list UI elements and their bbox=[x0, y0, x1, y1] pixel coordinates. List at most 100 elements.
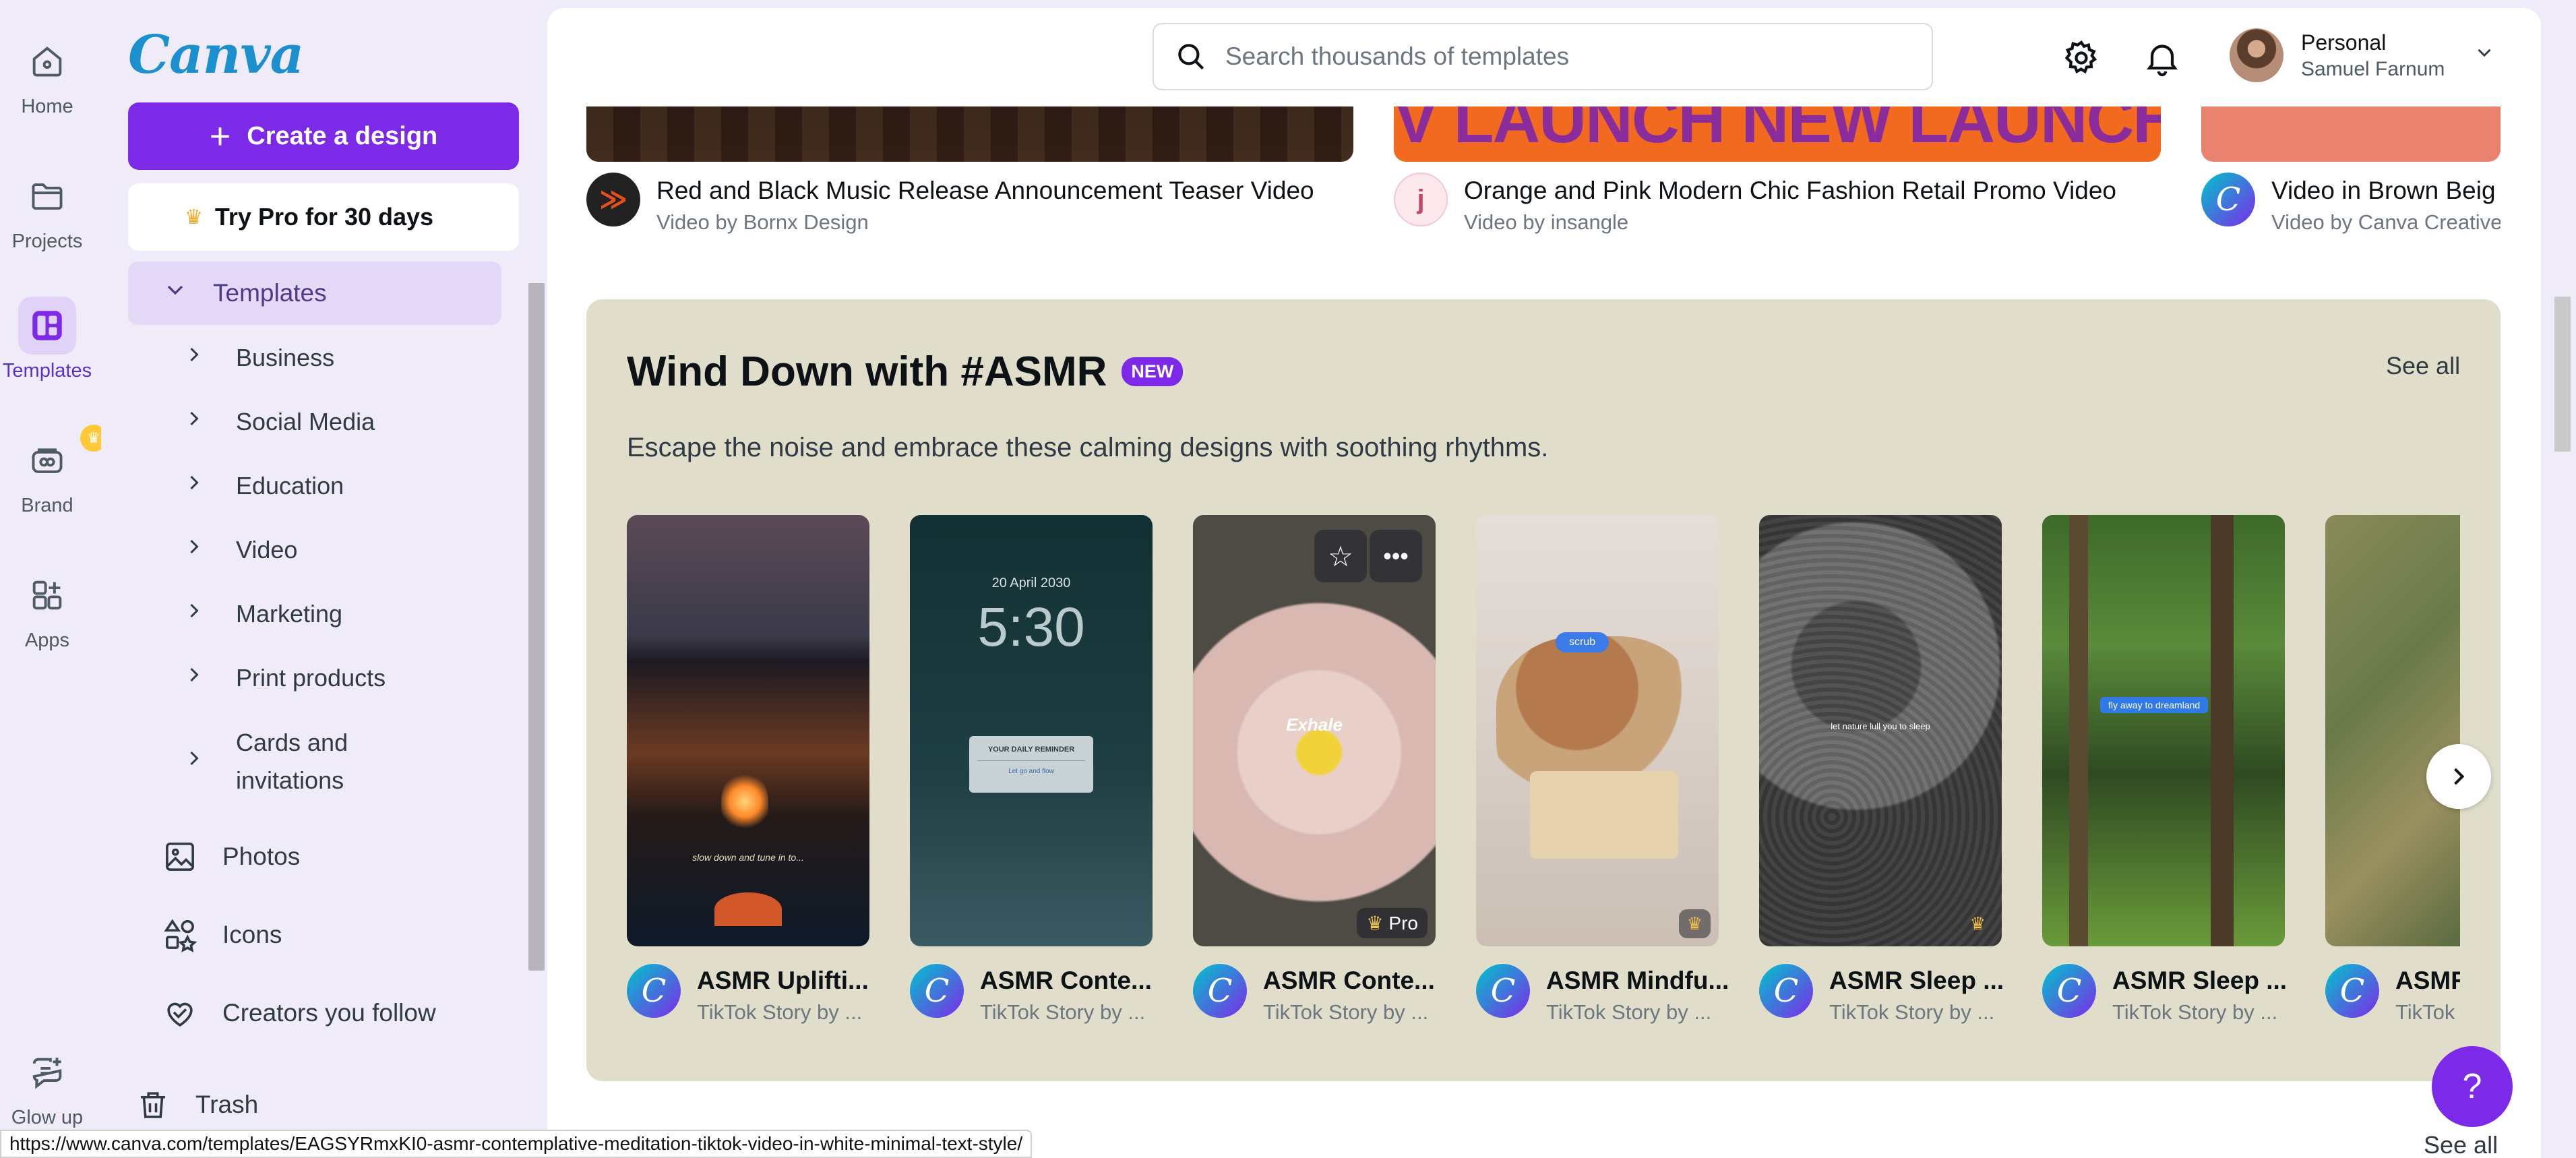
nav-sub-social-media[interactable]: Social Media bbox=[182, 406, 505, 437]
chevron-right-icon bbox=[2454, 768, 2465, 785]
crown-icon: ♛ bbox=[1678, 909, 1711, 938]
rail-item-glow-up[interactable]: Glow up bbox=[0, 1043, 94, 1129]
template-meta[interactable]: C ASMR Mindfu... TikTok Story by ... bbox=[1476, 964, 1746, 1025]
template-tile[interactable]: ☆ ••• Exhale ♛ Pro bbox=[1193, 515, 1436, 946]
new-badge: NEW bbox=[1122, 357, 1184, 386]
template-title: ASMR Mindfu... bbox=[1546, 967, 1729, 994]
nav-photos[interactable]: Photos bbox=[162, 839, 300, 875]
canva-creator-avatar: C bbox=[1193, 964, 1247, 1018]
template-tile[interactable]: let nature lull you to sleep ♛ bbox=[1759, 515, 2002, 946]
create-design-button[interactable]: + Create a design bbox=[128, 102, 519, 170]
rail-label-brand: Brand bbox=[21, 495, 73, 516]
nav-trash[interactable]: Trash bbox=[135, 1087, 258, 1123]
rail-item-projects[interactable]: Projects bbox=[0, 167, 94, 253]
template-meta[interactable]: C ASMR Conte... TikTok Story by ... bbox=[910, 964, 1179, 1025]
video-creator: Video by insangle bbox=[1464, 210, 1629, 234]
rail-item-home[interactable]: Home bbox=[0, 32, 94, 118]
video-meta-brown-beige[interactable]: C Video in Brown Beig Video by Canva Cre… bbox=[2201, 173, 2501, 235]
template-tile[interactable]: scrub ♛ bbox=[1476, 515, 1719, 946]
rail-item-brand[interactable]: ♛ Brand bbox=[0, 425, 107, 517]
tile-time: 5:30 bbox=[977, 597, 1085, 658]
account-menu[interactable]: Personal Samuel Farnum bbox=[2230, 28, 2496, 82]
main-scrollbar[interactable] bbox=[2554, 297, 2571, 452]
canva-creator-avatar: C bbox=[910, 964, 964, 1018]
nav-creators-label: Creators you follow bbox=[222, 999, 436, 1027]
more-options-icon[interactable]: ••• bbox=[1370, 530, 1422, 582]
template-meta[interactable]: C ASMR Sleep ... TikTok Story by ... bbox=[2042, 964, 2312, 1025]
account-name: Samuel Farnum bbox=[2301, 57, 2445, 80]
template-meta[interactable]: C ASMR Conte... TikTok Story by ... bbox=[1193, 964, 1463, 1025]
nav-icons[interactable]: Icons bbox=[162, 917, 282, 953]
bell-icon[interactable] bbox=[2142, 38, 2182, 78]
carousel-next-button[interactable] bbox=[2426, 744, 2491, 809]
template-subtitle: TikTok Story by ... bbox=[980, 1000, 1146, 1024]
template-title: ASMR Uplifti... bbox=[697, 967, 869, 994]
tile-reminder-sub: Let go and flow bbox=[1008, 768, 1054, 775]
nav-sub-education[interactable]: Education bbox=[182, 470, 505, 501]
nav-sub-marketing[interactable]: Marketing bbox=[182, 599, 505, 630]
tile-overlay-text: scrub bbox=[1556, 632, 1609, 652]
canva-logo[interactable]: Canva bbox=[128, 24, 304, 86]
template-meta[interactable]: C ASMR TikTok bbox=[2325, 964, 2460, 1025]
template-tile[interactable]: slow down and tune in to... bbox=[627, 515, 869, 946]
rail-item-apps[interactable]: Apps bbox=[0, 566, 94, 652]
section-title: Wind Down with #ASMR NEW bbox=[627, 348, 1184, 396]
chevron-right-icon bbox=[182, 746, 209, 777]
canva-creator-avatar: C bbox=[1476, 964, 1530, 1018]
nav-photos-label: Photos bbox=[222, 843, 301, 870]
rail-label-projects: Projects bbox=[11, 231, 83, 252]
panel-scrollbar[interactable] bbox=[528, 283, 545, 971]
template-tile[interactable]: fly away to dreamland bbox=[2042, 515, 2285, 946]
template-tile[interactable]: 20 April 2030 5:30 YOUR DAILY REMINDER L… bbox=[910, 515, 1153, 946]
search-placeholder: Search thousands of templates bbox=[1225, 42, 1570, 70]
search-input[interactable]: Search thousands of templates bbox=[1153, 23, 1933, 90]
nav-sub-business[interactable]: Business bbox=[182, 342, 505, 373]
nav-trash-label: Trash bbox=[195, 1091, 259, 1118]
main-content: V LAUNCH NEW LAUNCH NEW LAUNC ≫ Red and … bbox=[547, 8, 2541, 1158]
crown-icon: ♛ bbox=[1366, 913, 1384, 934]
apps-icon bbox=[18, 566, 76, 624]
template-title: ASMR Sleep ... bbox=[1829, 967, 2004, 994]
nav-sub-label: Video bbox=[236, 536, 298, 563]
nav-creators-follow[interactable]: Creators you follow bbox=[162, 995, 436, 1031]
video-title: Video in Brown Beig bbox=[2271, 177, 2496, 204]
template-subtitle: TikTok Story by ... bbox=[1263, 1000, 1429, 1024]
chevron-right-icon bbox=[182, 342, 209, 373]
side-panel: Canva + Create a design ♛ Try Pro for 30… bbox=[101, 0, 546, 1158]
canva-creator-avatar: C bbox=[627, 964, 681, 1018]
template-subtitle: TikTok Story by ... bbox=[2112, 1000, 2278, 1024]
templates-icon bbox=[18, 297, 76, 355]
template-subtitle: TikTok Story by ... bbox=[1546, 1000, 1712, 1024]
gear-icon[interactable] bbox=[2061, 38, 2102, 78]
template-meta[interactable]: C ASMR Sleep ... TikTok Story by ... bbox=[1759, 964, 2029, 1025]
nav-sub-cards-invitations[interactable]: Cards and invitations bbox=[182, 724, 505, 799]
nav-sub-label: Business bbox=[236, 344, 335, 371]
nav-sub-print-products[interactable]: Print products bbox=[182, 663, 505, 694]
nav-templates[interactable]: Templates bbox=[128, 262, 501, 325]
home-icon bbox=[18, 32, 76, 90]
section-description: Escape the noise and embrace these calmi… bbox=[627, 433, 1549, 462]
nav-sub-label: Education bbox=[236, 472, 344, 499]
try-pro-button[interactable]: ♛ Try Pro for 30 days bbox=[128, 183, 519, 251]
favorite-star-icon[interactable]: ☆ bbox=[1314, 530, 1367, 582]
video-meta-orange-pink[interactable]: j Orange and Pink Modern Chic Fashion Re… bbox=[1394, 173, 2116, 235]
rail-item-templates[interactable]: Templates bbox=[0, 297, 94, 382]
see-all-link[interactable]: See all bbox=[2424, 1131, 2498, 1158]
see-all-link[interactable]: See all bbox=[2386, 352, 2460, 380]
help-button[interactable]: ? bbox=[2432, 1046, 2513, 1127]
trash-icon bbox=[141, 1092, 165, 1118]
nav-sub-video[interactable]: Video bbox=[182, 535, 505, 566]
video-creator: Video by Canva Creative bbox=[2271, 210, 2501, 234]
video-meta-red-black[interactable]: ≫ Red and Black Music Release Announceme… bbox=[586, 173, 1314, 235]
try-pro-label: Try Pro for 30 days bbox=[214, 203, 434, 231]
template-tile[interactable] bbox=[2325, 515, 2460, 946]
chevron-right-icon bbox=[182, 406, 209, 437]
chevron-right-icon bbox=[182, 470, 209, 501]
nav-sub-label: Social Media bbox=[236, 408, 375, 435]
folder-icon bbox=[18, 167, 76, 225]
crown-icon: ♛ bbox=[1969, 913, 1986, 934]
template-meta[interactable]: C ASMR Uplifti... TikTok Story by ... bbox=[627, 964, 896, 1025]
brand-icon: ♛ bbox=[18, 425, 107, 489]
creator-avatar: j bbox=[1394, 173, 1448, 226]
tile-date: 20 April 2030 bbox=[991, 576, 1071, 590]
